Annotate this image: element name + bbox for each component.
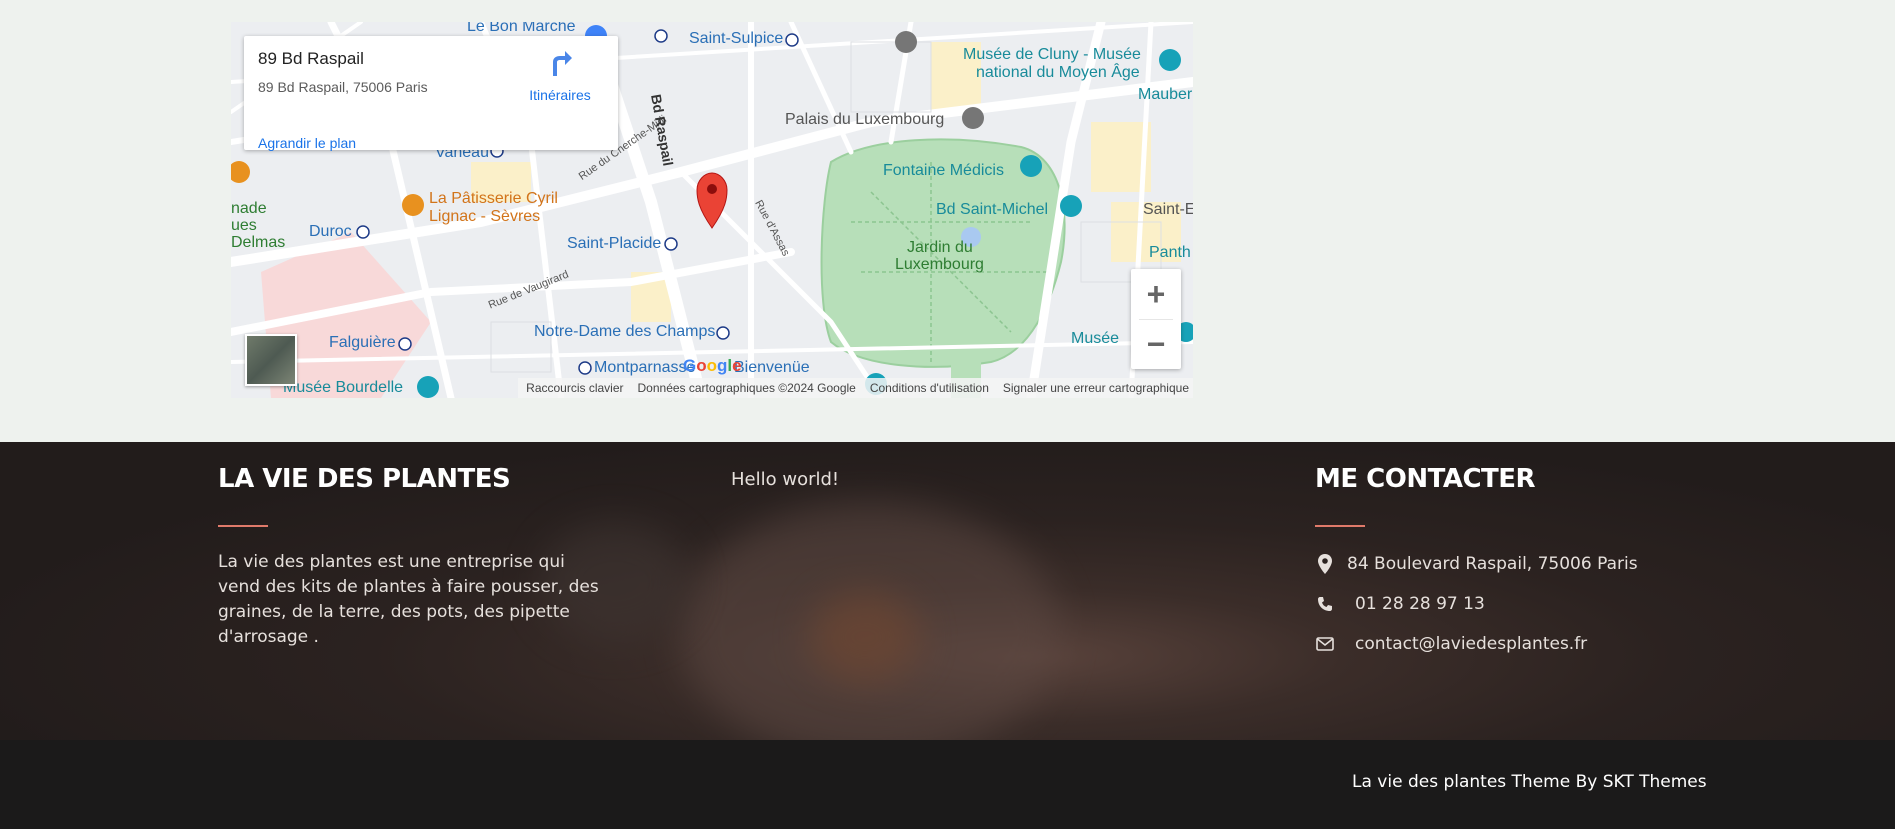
place-address: 89 Bd Raspail, 75006 Paris: [258, 79, 428, 95]
theme-credit[interactable]: La vie des plantes Theme By SKT Themes: [1352, 772, 1707, 792]
satellite-toggle[interactable]: [245, 334, 297, 386]
google-map[interactable]: Le Bon Marché Saint-Sulpice Musée de Clu…: [231, 22, 1193, 398]
report-error-link[interactable]: Signaler une erreur cartographique: [1003, 381, 1189, 395]
map-label-patisserie-2: Lignac - Sèvres: [429, 208, 541, 225]
map-label-saint-placide: Saint-Placide: [567, 235, 662, 252]
map-label-bienvenue: Bienvenüe: [734, 359, 810, 376]
contact-phone-row: 01 28 28 97 13: [1315, 594, 1485, 614]
map-label-saint-sulpice: Saint-Sulpice: [689, 30, 784, 47]
map-label-maubert: Mauber: [1138, 86, 1193, 103]
map-label-duroc: Duroc: [309, 223, 352, 240]
map-label-bd-saint-michel: Bd Saint-Michel: [936, 201, 1049, 218]
map-label-montparnasse: Montparnasse: [594, 359, 696, 376]
directions-button[interactable]: Itinéraires: [524, 48, 596, 103]
contact-address-row: 84 Boulevard Raspail, 75006 Paris: [1315, 554, 1638, 574]
keyboard-shortcuts-link[interactable]: Raccourcis clavier: [526, 381, 623, 395]
map-label-ues: ues: [231, 217, 257, 234]
place-title: 89 Bd Raspail: [258, 49, 364, 68]
zoom-out-button[interactable]: −: [1131, 319, 1181, 369]
map-label-falguiere: Falguière: [329, 334, 396, 351]
map-label-saint-b: Saint-E: [1143, 201, 1193, 218]
contact-address: 84 Boulevard Raspail, 75006 Paris: [1347, 554, 1638, 574]
map-attribution: Raccourcis clavier Données cartographiqu…: [518, 378, 1193, 398]
directions-icon: [547, 51, 573, 82]
map-label-musee-cluny: Musée de Cluny - Musée: [963, 46, 1141, 63]
zoom-in-button[interactable]: +: [1131, 269, 1181, 319]
location-pin-icon: [1315, 554, 1335, 574]
envelope-icon: [1315, 634, 1335, 654]
footer-bottom-bar: La vie des plantes Theme By SKT Themes: [0, 740, 1895, 829]
map-label-jardin-2: Luxembourg: [895, 256, 984, 273]
enlarge-map-link[interactable]: Agrandir le plan: [258, 135, 356, 151]
directions-label: Itinéraires: [529, 87, 591, 103]
map-label-nade: nade: [231, 200, 267, 217]
map-label-notre-dame-champs: Notre-Dame des Champs: [534, 323, 716, 340]
contact-email[interactable]: contact@laviedesplantes.fr: [1355, 634, 1587, 654]
about-text: La vie des plantes est une entreprise qu…: [218, 552, 599, 647]
map-label-panth: Panth: [1149, 244, 1191, 261]
map-label-patisserie-1: La Pâtisserie Cyril: [429, 190, 558, 207]
google-logo: Google: [683, 356, 742, 375]
site-footer: LA VIE DES PLANTES La vie des plantes es…: [0, 442, 1895, 740]
contact-title: ME CONTACTER: [1315, 464, 1536, 494]
background-flower-center: [810, 592, 920, 682]
phone-icon: [1315, 594, 1335, 614]
map-label-musee-cluny-2: national du Moyen Âge: [976, 64, 1140, 81]
terms-link[interactable]: Conditions d'utilisation: [870, 381, 989, 395]
zoom-divider: [1139, 319, 1173, 320]
about-title-underline: [218, 525, 268, 527]
about-title: LA VIE DES PLANTES: [218, 464, 511, 494]
map-label-jardin-1: Jardin du: [907, 239, 973, 256]
map-label-delmas: Delmas: [231, 234, 286, 251]
contact-title-underline: [1315, 525, 1365, 527]
map-label-musee-right: Musée: [1071, 330, 1120, 347]
map-label-fontaine-medicis: Fontaine Médicis: [883, 162, 1004, 179]
contact-phone[interactable]: 01 28 28 97 13: [1355, 594, 1485, 614]
map-label-musee-bourdelle: Musée Bourdelle: [283, 379, 404, 396]
contact-email-row: contact@laviedesplantes.fr: [1315, 634, 1587, 654]
map-data-label: Données cartographiques ©2024 Google: [637, 381, 856, 395]
map-label-palais-luxembourg: Palais du Luxembourg: [785, 111, 945, 128]
recent-post-link[interactable]: Hello world!: [731, 469, 839, 490]
map-label-le-bon-marche: Le Bon Marché: [467, 22, 576, 35]
zoom-controls: + −: [1131, 269, 1181, 369]
place-info-card: 89 Bd Raspail 89 Bd Raspail, 75006 Paris…: [244, 36, 618, 151]
